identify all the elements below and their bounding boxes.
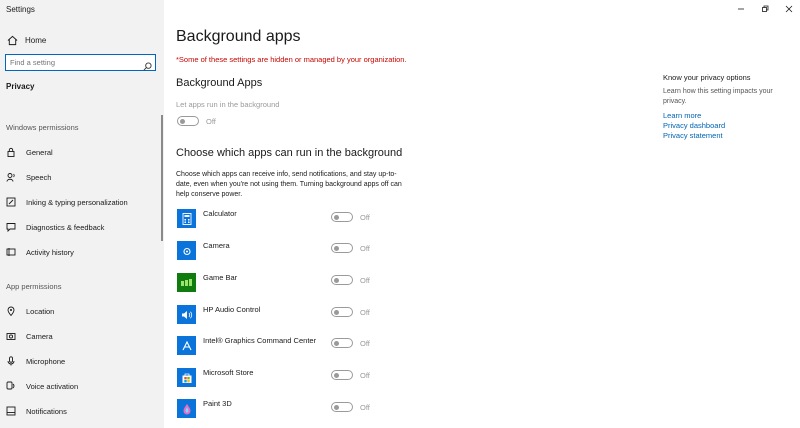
paint-3d-state: Off <box>360 403 370 412</box>
sidebar: Settings Home Privacy Windows permission… <box>0 0 164 428</box>
history-icon <box>6 247 16 257</box>
sidebar-item-label: General <box>26 147 53 157</box>
window-title: Settings <box>6 5 35 14</box>
sidebar-item-general[interactable]: General <box>6 145 156 159</box>
microsoft-store-toggle[interactable] <box>331 370 353 380</box>
voice-icon <box>6 381 16 391</box>
intel-graphics-toggle[interactable] <box>331 338 353 348</box>
hp-audio-toggle[interactable] <box>331 307 353 317</box>
nav-home[interactable]: Home <box>6 33 156 47</box>
search-box[interactable] <box>5 54 156 71</box>
app-name: Microsoft Store <box>203 368 254 377</box>
close-icon[interactable] <box>784 4 794 14</box>
calculator-toggle[interactable] <box>331 212 353 222</box>
section-background-apps-title: Background Apps <box>176 77 263 89</box>
minimize-icon[interactable] <box>736 4 746 14</box>
speech-icon <box>6 172 16 182</box>
intel-graphics-icon <box>177 336 196 355</box>
sidebar-item-label: Camera <box>26 331 53 341</box>
sidebar-item-label: Microphone <box>26 356 66 366</box>
sidebar-item-label: Speech <box>26 172 52 182</box>
sidebar-item-notifications[interactable]: Notifications <box>6 404 156 418</box>
camera-icon <box>6 331 16 341</box>
sidebar-item-label: Activity history <box>26 247 74 257</box>
search-icon[interactable] <box>143 58 152 71</box>
sidebar-item-label: Notifications <box>26 406 67 416</box>
app-name: Calculator <box>203 209 237 218</box>
sidebar-item-label: Inking & typing personalization <box>26 197 128 207</box>
game-bar-toggle[interactable] <box>331 275 353 285</box>
privacy-dashboard-link[interactable]: Privacy dashboard <box>663 121 725 130</box>
privacy-options-heading: Know your privacy options <box>663 73 751 82</box>
sidebar-item-diagnostics[interactable]: Diagnostics & feedback <box>6 220 156 234</box>
privacy-options-description: Learn how this setting impacts your priv… <box>663 88 773 105</box>
sidebar-item-inking[interactable]: Inking & typing personalization <box>6 195 156 209</box>
sidebar-item-activity-history[interactable]: Activity history <box>6 245 156 259</box>
sidebar-item-microphone[interactable]: Microphone <box>6 354 156 368</box>
sidebar-scrollbar[interactable] <box>161 115 163 241</box>
sidebar-item-label: Diagnostics & feedback <box>26 222 105 232</box>
camera-app-icon <box>177 241 196 260</box>
intel-graphics-state: Off <box>360 339 370 348</box>
sidebar-item-label: Voice activation <box>26 381 79 391</box>
app-name: Intel® Graphics Command Center <box>203 336 317 345</box>
notification-icon <box>6 406 16 416</box>
microsoft-store-state: Off <box>360 371 370 380</box>
calculator-state: Off <box>360 213 370 222</box>
policy-warning: *Some of these settings are hidden or ma… <box>176 55 407 64</box>
microphone-icon <box>6 356 16 366</box>
location-icon <box>6 306 16 316</box>
hp-audio-state: Off <box>360 308 370 317</box>
section-choose-apps-title: Choose which apps can run in the backgro… <box>176 147 403 159</box>
store-icon <box>177 368 196 387</box>
page-title: Background apps <box>176 28 301 45</box>
sidebar-item-voice-activation[interactable]: Voice activation <box>6 379 156 393</box>
pen-icon <box>6 197 16 207</box>
lock-icon <box>6 147 16 157</box>
app-name: HP Audio Control <box>203 305 261 314</box>
camera-state: Off <box>360 244 370 253</box>
search-input[interactable] <box>6 58 136 67</box>
sidebar-item-location[interactable]: Location <box>6 304 156 318</box>
home-icon <box>6 34 18 46</box>
sidebar-item-speech[interactable]: Speech <box>6 170 156 184</box>
run-in-background-toggle[interactable] <box>177 116 199 126</box>
game-bar-state: Off <box>360 276 370 285</box>
learn-more-link[interactable]: Learn more <box>663 111 701 120</box>
feedback-icon <box>6 222 16 232</box>
windows-permissions-label: Windows permissions <box>6 123 79 132</box>
sidebar-item-camera[interactable]: Camera <box>6 329 156 343</box>
maximize-icon[interactable] <box>760 4 770 14</box>
app-name: Camera <box>203 241 230 250</box>
app-permissions-label: App permissions <box>6 282 62 291</box>
paint3d-icon <box>177 399 196 418</box>
calculator-icon <box>177 209 196 228</box>
game-bar-icon <box>177 273 196 292</box>
nav-home-label: Home <box>25 35 47 45</box>
sidebar-item-label: Location <box>26 306 55 316</box>
section-description: Choose which apps can receive info, send… <box>176 171 402 198</box>
camera-toggle[interactable] <box>331 243 353 253</box>
app-name: Paint 3D <box>203 399 232 408</box>
category-title: Privacy <box>6 82 35 91</box>
run-in-background-state: Off <box>206 117 216 126</box>
privacy-statement-link[interactable]: Privacy statement <box>663 131 723 140</box>
app-name: Game Bar <box>203 273 238 282</box>
audio-icon <box>177 305 196 324</box>
paint-3d-toggle[interactable] <box>331 402 353 412</box>
run-in-background-label: Let apps run in the background <box>176 100 280 109</box>
